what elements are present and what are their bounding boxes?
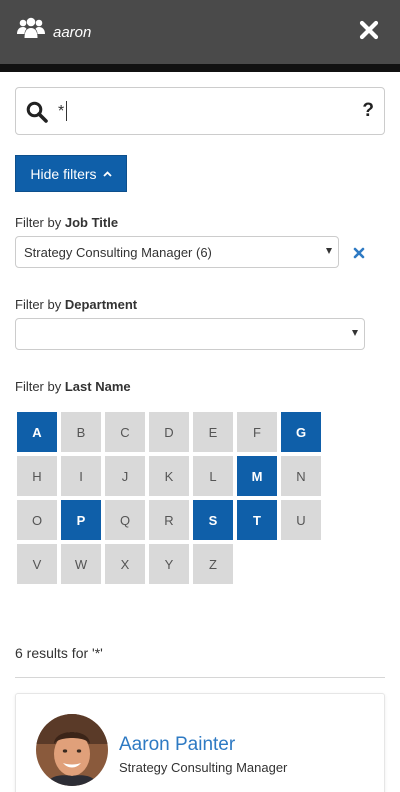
letter-filter-l[interactable]: L <box>193 456 233 496</box>
person-name-link[interactable]: Aaron Painter <box>119 734 235 756</box>
letter-filter-g[interactable]: G <box>281 412 321 452</box>
letter-filter-p[interactable]: P <box>61 500 101 540</box>
letter-filter-i[interactable]: I <box>61 456 101 496</box>
header-divider <box>0 64 400 72</box>
letter-filter-c[interactable]: C <box>105 412 145 452</box>
letter-filter-t[interactable]: T <box>237 500 277 540</box>
results-divider <box>15 677 385 678</box>
letter-filter-w[interactable]: W <box>61 544 101 584</box>
letter-filter-k[interactable]: K <box>149 456 189 496</box>
letter-filter-v[interactable]: V <box>17 544 57 584</box>
letter-filter-x[interactable]: X <box>105 544 145 584</box>
letter-filter-h[interactable]: H <box>17 456 57 496</box>
job-title-select[interactable]: Strategy Consulting Manager (6) <box>15 236 339 268</box>
avatar <box>36 714 108 786</box>
letter-filter-b[interactable]: B <box>61 412 101 452</box>
letter-filter-s[interactable]: S <box>193 500 233 540</box>
header-title: aaron <box>53 24 92 41</box>
letter-filter-j[interactable]: J <box>105 456 145 496</box>
person-job-title: Strategy Consulting Manager <box>119 760 288 775</box>
job-title-filter-label: Filter by Job Title <box>15 215 119 230</box>
chevron-up-icon <box>102 170 112 177</box>
dropdown-arrow-icon <box>352 330 358 336</box>
letter-filter-q[interactable]: Q <box>105 500 145 540</box>
letter-filter-z[interactable]: Z <box>193 544 233 584</box>
person-card[interactable]: Aaron Painter Strategy Consulting Manage… <box>15 693 385 792</box>
letter-filter-o[interactable]: O <box>17 500 57 540</box>
text-caret <box>66 101 67 121</box>
letter-filter-f[interactable]: F <box>237 412 277 452</box>
department-select[interactable] <box>15 318 365 350</box>
search-value: * <box>58 103 65 120</box>
help-icon[interactable]: ? <box>362 100 374 122</box>
hide-filters-label: Hide filters <box>30 165 97 182</box>
letter-filter-e[interactable]: E <box>193 412 233 452</box>
department-filter-label: Filter by Department <box>15 297 138 312</box>
search-input[interactable]: * ? <box>15 87 385 135</box>
letter-filter-m[interactable]: M <box>237 456 277 496</box>
letter-filter-d[interactable]: D <box>149 412 189 452</box>
clear-filter-icon[interactable] <box>353 247 365 259</box>
results-summary: 6 results for '*' <box>15 645 103 661</box>
close-icon[interactable] <box>359 20 379 40</box>
users-icon <box>17 17 45 38</box>
app-header: aaron <box>0 0 400 64</box>
letter-filter-r[interactable]: R <box>149 500 189 540</box>
letter-filter-a[interactable]: A <box>17 412 57 452</box>
search-icon <box>26 101 48 123</box>
letter-filter-y[interactable]: Y <box>149 544 189 584</box>
last-name-filter-label: Filter by Last Name <box>15 379 131 394</box>
job-title-selected: Strategy Consulting Manager (6) <box>24 245 212 260</box>
dropdown-arrow-icon <box>326 248 332 254</box>
hide-filters-button[interactable]: Hide filters <box>15 155 127 192</box>
letter-filter-n[interactable]: N <box>281 456 321 496</box>
letter-filter-u[interactable]: U <box>281 500 321 540</box>
